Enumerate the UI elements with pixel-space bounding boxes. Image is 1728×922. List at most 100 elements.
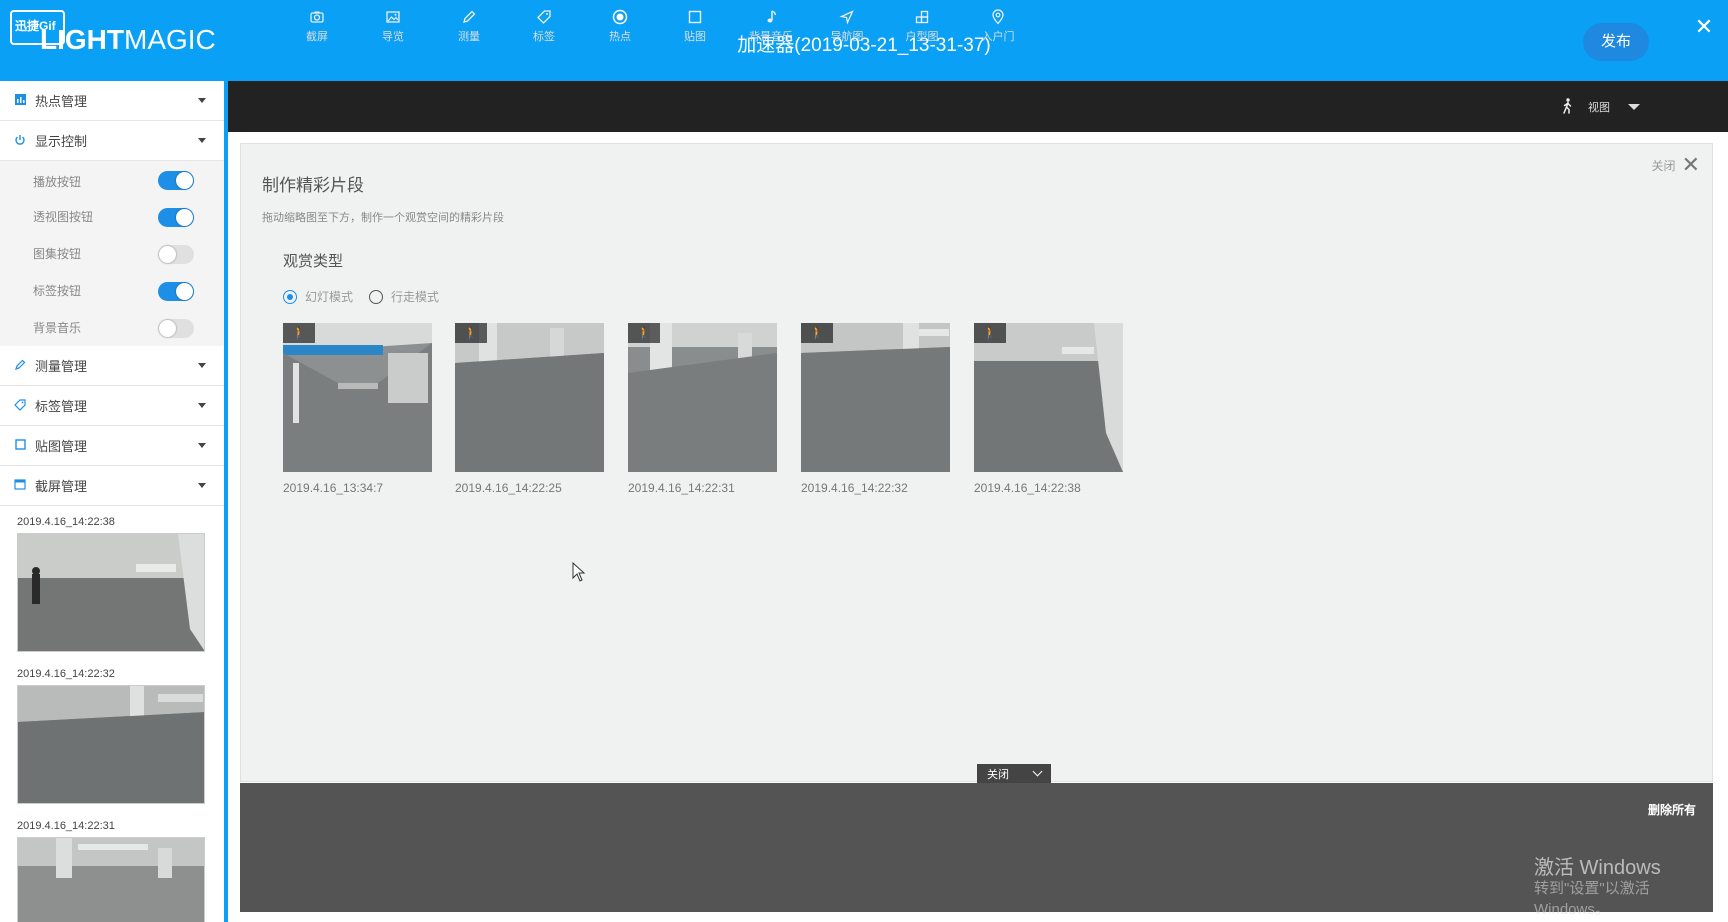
screenshot-list: 2019.4.16_14:22:38 2019.4.16_14:22:32 20… [0,506,224,922]
panel-description: 拖动缩略图至下方，制作一个观赏空间的精彩片段 [262,212,504,224]
hotspot-icon [603,9,637,29]
pencil-icon [13,359,27,373]
toolbar-label: 热点 [609,31,631,43]
caret-down-icon [198,98,206,103]
perspective-button-toggle[interactable] [158,208,194,227]
thumbnail-image: 🚶 [628,323,777,472]
sidebar-section-label: 截屏管理 [35,479,88,494]
thumbnail-image: 🚶 [801,323,950,472]
toolbar-label: 入户门 [981,31,1015,43]
panel-title: 制作精彩片段 [262,176,364,195]
walk-mode-icon: 🚶 [974,323,1006,343]
thumbnail-caption: 2019.4.16_14:22:25 [455,481,562,495]
walking-person-icon[interactable] [1560,97,1574,117]
pencil-icon [452,9,486,29]
background-music-toggle[interactable] [158,319,194,338]
toolbar-label: 户型图 [905,31,939,43]
panel-close-button[interactable]: 关闭 ✕ [1652,154,1700,176]
caret-down-icon [198,483,206,488]
sidebar-section-hotspot[interactable]: 热点管理 [0,81,224,121]
publish-button[interactable]: 发布 [1583,23,1649,61]
toolbar-tag[interactable]: 标签 [527,0,561,51]
walk-mode-radio[interactable] [369,289,384,304]
toolbar-tour[interactable]: 导览 [376,0,410,51]
toolbar-screenshot[interactable]: 截屏 [300,0,334,51]
walk-mode-icon: 🚶 [801,323,833,343]
slideshow-mode-radio[interactable] [283,289,297,304]
sidebar-section-measure[interactable]: 测量管理 [0,346,224,386]
toolbar-navigation-map[interactable]: 导航图 [826,0,868,51]
toggle-knob [176,172,193,189]
caret-down-icon [198,443,206,448]
sidebar-section-stickers[interactable]: 贴图管理 [0,426,224,466]
activation-watermark-subtitle: 转到"设置"以激活 Windows。 [1534,880,1650,918]
screenshot-item: 2019.4.16_14:22:38 [0,514,224,652]
tag-icon [13,398,27,413]
location-pin-icon [977,9,1019,29]
tag-icon [527,9,561,29]
toolbar-floorplan[interactable]: 户型图 [901,0,943,51]
play-button-toggle[interactable] [158,171,194,190]
floorplan-icon [901,9,943,29]
view-selector: 视图 [1560,97,1640,117]
thumbnail-caption: 2019.4.16_13:34:7 [283,481,384,495]
toolbar-background-music[interactable]: 背景音乐 [744,0,798,51]
sidebar-section-screenshots[interactable]: 截屏管理 [0,466,224,506]
image-icon [376,9,410,29]
caret-down-icon [198,403,206,408]
caret-down-icon [198,138,206,143]
toggle-knob [176,209,193,226]
radio-label: 幻灯模式 [305,290,354,304]
radio-label: 行走模式 [391,290,440,304]
thumbnail-card[interactable]: 🚶 2019.4.16_14:22:31 [628,323,777,495]
chevron-down-icon [1032,766,1043,777]
caret-down-icon [198,363,206,368]
toolbar-label: 标签 [533,31,555,43]
thumbnail-card[interactable]: 🚶 2019.4.16_14:22:38 [974,323,1123,495]
display-item-label: 播放按钮 [33,175,82,189]
clip-timeline-area: 删除所有 [240,783,1713,912]
display-item-perspective: 透视图按钮 [0,198,224,235]
square-icon [13,438,27,453]
toolbar-label: 导航图 [830,31,864,43]
sidebar-section-label: 测量管理 [35,359,88,374]
power-icon [13,134,27,148]
screenshot-thumbnail[interactable] [17,685,205,804]
toolbar-hotspot[interactable]: 热点 [603,0,637,51]
thumbnail-card[interactable]: 🚶 2019.4.16_14:22:25 [455,323,604,495]
sidebar-section-tags[interactable]: 标签管理 [0,386,224,426]
thumbnail-card[interactable]: 🚶 2019.4.16_14:22:32 [801,323,950,495]
thumbnail-card[interactable]: 🚶 2019.4.16_13:34:7 [283,323,432,495]
sidebar-section-label: 标签管理 [35,399,88,414]
screenshot-thumbnail[interactable] [17,533,205,652]
walk-mode-icon: 🚶 [283,323,315,343]
toolbar-measure[interactable]: 测量 [452,0,486,51]
walk-mode-icon: 🚶 [628,323,660,343]
screenshot-icon [13,478,27,493]
screenshot-thumbnail[interactable] [17,837,205,922]
toolbar-label: 背景音乐 [749,31,793,43]
display-item-play: 播放按钮 [0,161,224,198]
sidebar-section-display[interactable]: 显示控制 [0,121,224,161]
collapse-timeline-tab[interactable]: 关闭 [977,764,1051,783]
caret-down-icon[interactable] [1628,104,1640,110]
screenshot-label: 2019.4.16_14:22:31 [17,820,115,832]
camera-icon [300,9,334,29]
music-icon [744,9,798,29]
gallery-button-toggle[interactable] [158,245,194,264]
screenshot-label: 2019.4.16_14:22:32 [17,668,115,680]
display-item-label: 背景音乐 [33,321,82,335]
panel-close-label: 关闭 [1651,158,1676,173]
toolbar-sticker[interactable]: 贴图 [678,0,712,51]
close-icon[interactable]: ✕ [1694,16,1714,38]
toolbar-entrance[interactable]: 入户门 [977,0,1019,51]
close-icon: ✕ [1681,152,1700,177]
navigation-icon [826,9,868,29]
sidebar-section-label: 贴图管理 [35,439,88,454]
sidebar: 热点管理 显示控制 播放按钮 透视图按钮 图集按钮 标签按钮 背景音乐 测量管理 [0,81,228,922]
tag-button-toggle[interactable] [158,282,194,301]
screenshot-item: 2019.4.16_14:22:32 [0,666,224,804]
thumbnail-caption: 2019.4.16_14:22:38 [974,481,1081,495]
thumbnail-image: 🚶 [283,323,432,472]
delete-all-button[interactable]: 删除所有 [1648,801,1696,818]
